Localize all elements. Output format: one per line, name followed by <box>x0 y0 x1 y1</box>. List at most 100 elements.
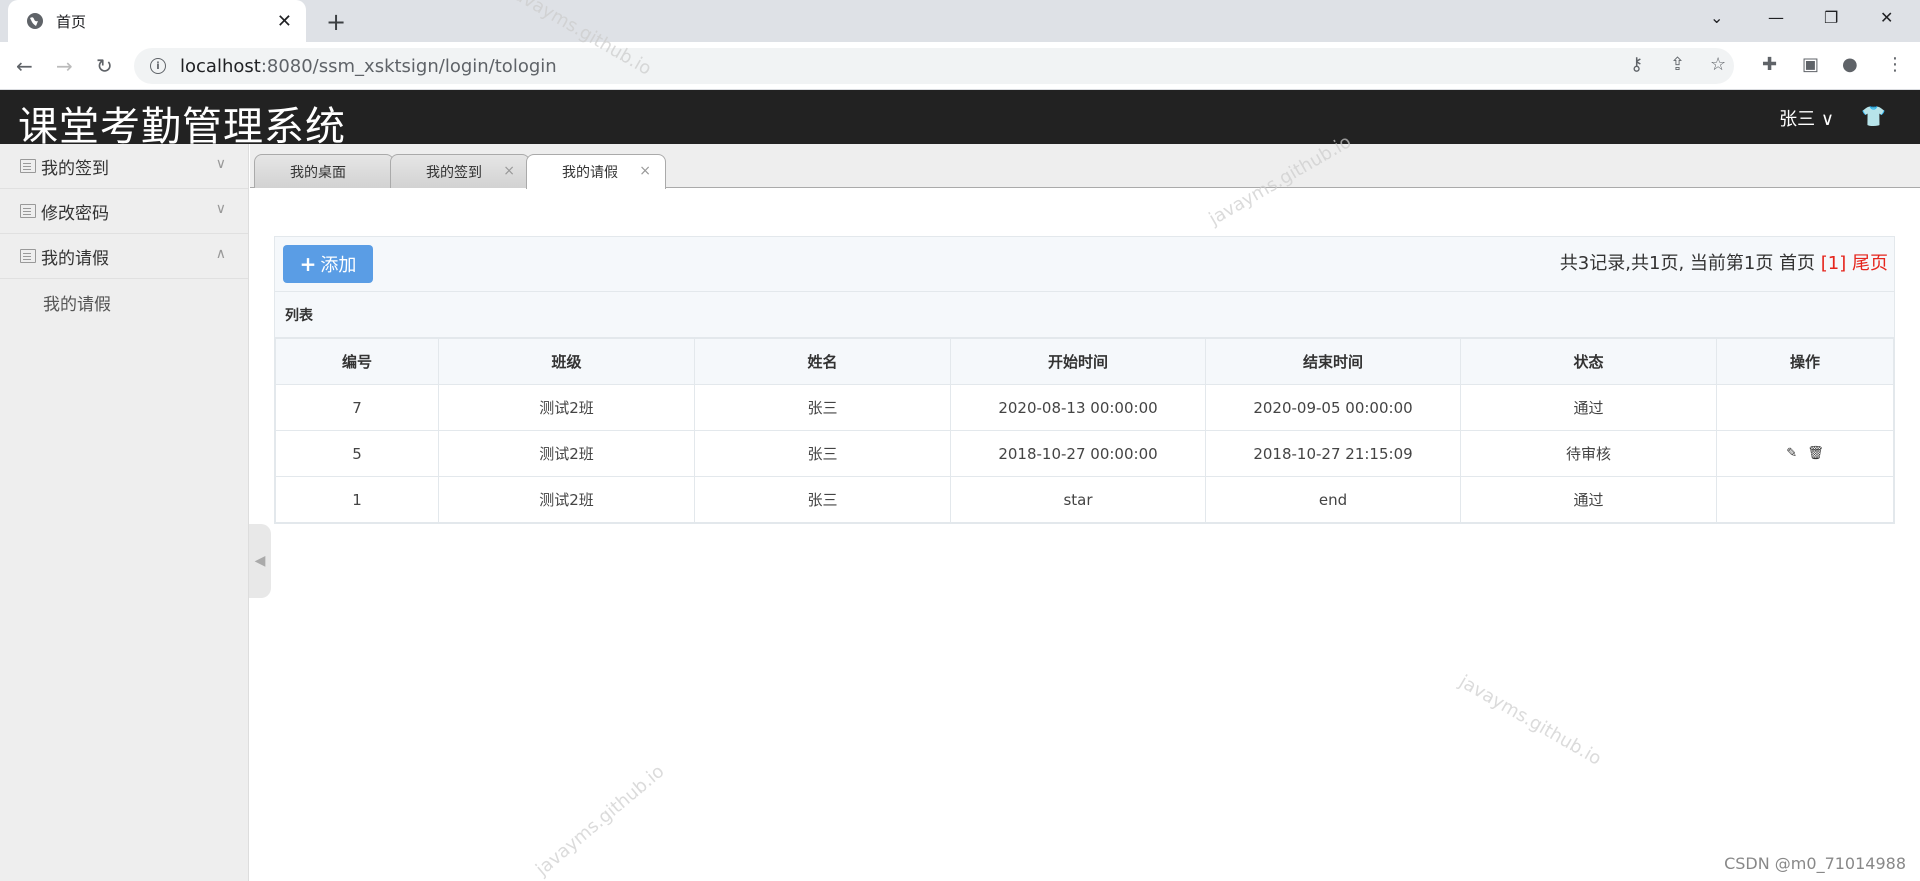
bookmark-star-icon[interactable]: ☆ <box>1710 54 1726 75</box>
cell-end: end <box>1205 476 1461 523</box>
browser-tab-title: 首页 <box>56 12 87 31</box>
menu-kebab-icon[interactable]: ⋮ <box>1886 54 1904 75</box>
cell-status: 通过 <box>1460 476 1717 523</box>
col-header-end: 结束时间 <box>1205 338 1461 385</box>
url-host: localhost <box>180 55 261 77</box>
tab-search-icon[interactable]: ⌄ <box>1710 8 1723 27</box>
minimize-icon[interactable]: — <box>1768 8 1784 27</box>
sidebar-item-label: 修改密码 <box>41 203 109 224</box>
leave-table: 编号 班级 姓名 开始时间 结束时间 状态 操作 7 测试2班 张三 2020-… <box>275 338 1894 523</box>
col-header-name: 姓名 <box>694 338 951 385</box>
browser-tab[interactable]: 首页 ✕ <box>8 0 306 42</box>
watermark-text: javayms.github.io <box>532 760 669 881</box>
csdn-credit: CSDN @m0_71014988 <box>1724 854 1906 873</box>
sidebar-item-label: 我的签到 <box>41 158 109 179</box>
cell-name: 张三 <box>694 430 951 477</box>
tab-label: 我的签到 <box>426 164 482 181</box>
tab-close-icon[interactable]: × <box>503 163 515 179</box>
sidebar: 我的签到 ∨ 修改密码 ∨ 我的请假 ∧ 我的请假 <box>0 144 249 881</box>
cell-class: 测试2班 <box>438 476 695 523</box>
url-path: :8080/ssm_xsktsign/login/tologin <box>260 55 557 77</box>
cell-name: 张三 <box>694 384 951 431</box>
plus-icon: + <box>299 252 317 276</box>
user-menu[interactable]: 张三 ∨ <box>1779 105 1834 131</box>
profile-avatar-icon[interactable]: ● <box>1842 54 1858 75</box>
tab-my-leave[interactable]: 我的请假 × <box>526 154 666 189</box>
cell-end: 2018-10-27 21:15:09 <box>1205 430 1461 477</box>
tab-label: 我的桌面 <box>290 164 346 181</box>
sidebar-item-label: 我的请假 <box>41 248 109 269</box>
col-header-status: 状态 <box>1460 338 1717 385</box>
url-text[interactable]: localhost:8080/ssm_xsktsign/login/tologi… <box>180 56 557 77</box>
table-row: 7 测试2班 张三 2020-08-13 00:00:00 2020-09-05… <box>275 384 1894 431</box>
cell-start: 2020-08-13 00:00:00 <box>950 384 1206 431</box>
sidebar-item-my-leave[interactable]: 我的请假 ∧ <box>0 234 248 279</box>
add-button[interactable]: + 添加 <box>283 245 373 283</box>
sidebar-collapse-handle[interactable]: ◀ <box>249 524 271 598</box>
side-panel-icon[interactable]: ▣ <box>1802 54 1819 75</box>
add-button-label: 添加 <box>320 255 357 276</box>
tab-close-icon[interactable]: × <box>639 163 651 179</box>
pagination: 共3记录,共1页, 当前第1页 首页 [1] 尾页 <box>1560 249 1888 275</box>
pager-summary: 共3记录,共1页, 当前第1页 首页 <box>1559 253 1821 274</box>
chevron-up-icon: ∧ <box>215 246 226 262</box>
list-icon <box>20 249 36 263</box>
pager-last-link[interactable]: 尾页 <box>1852 253 1888 274</box>
col-header-start: 开始时间 <box>950 338 1206 385</box>
tab-close-icon[interactable]: ✕ <box>277 11 292 32</box>
table-row: 1 测试2班 张三 star end 通过 <box>275 476 1894 523</box>
content-tabs: 我的桌面 我的签到 × 我的请假 × <box>250 144 1920 189</box>
list-icon <box>20 204 36 218</box>
table-header-row: 编号 班级 姓名 开始时间 结束时间 状态 操作 <box>275 338 1894 385</box>
back-icon[interactable]: ← <box>16 54 33 78</box>
chevron-down-icon: ∨ <box>215 156 226 172</box>
col-header-id: 编号 <box>275 338 439 385</box>
cell-name: 张三 <box>694 476 951 523</box>
app-header: 课堂考勤管理系统 张三 ∨ 👕 <box>0 90 1920 150</box>
delete-trash-icon[interactable]: 🗑 <box>1807 446 1824 461</box>
caret-left-icon: ◀ <box>254 553 266 569</box>
cell-class: 测试2班 <box>438 384 695 431</box>
leave-list-panel: + 添加 共3记录,共1页, 当前第1页 首页 [1] 尾页 列表 编号 班级 … <box>274 236 1895 524</box>
globe-icon <box>27 13 43 29</box>
sidebar-subitem-my-leave[interactable]: 我的请假 <box>0 279 248 325</box>
col-header-actions: 操作 <box>1716 338 1894 385</box>
cell-class: 测试2班 <box>438 430 695 477</box>
site-info-icon[interactable]: i <box>150 58 166 74</box>
cell-status: 通过 <box>1460 384 1717 431</box>
tab-label: 我的请假 <box>562 165 618 181</box>
cell-id: 5 <box>275 430 439 477</box>
sidebar-item-change-password[interactable]: 修改密码 ∨ <box>0 189 248 234</box>
theme-shirt-icon[interactable]: 👕 <box>1861 104 1886 128</box>
forward-icon[interactable]: → <box>56 54 73 78</box>
col-header-class: 班级 <box>438 338 695 385</box>
extensions-icon[interactable]: ✚ <box>1762 54 1777 75</box>
edit-pencil-icon[interactable]: ✎ <box>1786 446 1797 461</box>
reload-icon[interactable]: ↻ <box>96 54 113 78</box>
cell-id: 1 <box>275 476 439 523</box>
cell-actions <box>1716 476 1894 523</box>
restore-icon[interactable]: ❐ <box>1824 8 1838 27</box>
close-window-icon[interactable]: ✕ <box>1880 8 1893 27</box>
cell-start: star <box>950 476 1206 523</box>
list-icon <box>20 159 36 173</box>
tab-my-sign[interactable]: 我的签到 × <box>390 154 530 188</box>
cell-status: 待审核 <box>1460 430 1717 477</box>
cell-actions: ✎ 🗑 <box>1716 430 1894 477</box>
panel-toolbar: + 添加 共3记录,共1页, 当前第1页 首页 [1] 尾页 <box>275 237 1894 292</box>
new-tab-button[interactable]: + <box>326 8 346 36</box>
browser-toolbar: ← → ↻ i localhost:8080/ssm_xsktsign/logi… <box>0 42 1920 90</box>
cell-start: 2018-10-27 00:00:00 <box>950 430 1206 477</box>
address-bar[interactable]: i localhost:8080/ssm_xsktsign/login/tolo… <box>134 48 1734 84</box>
tab-desktop[interactable]: 我的桌面 <box>254 154 394 188</box>
cell-end: 2020-09-05 00:00:00 <box>1205 384 1461 431</box>
chevron-down-icon: ∨ <box>215 201 226 217</box>
sidebar-item-my-sign[interactable]: 我的签到 ∨ <box>0 144 248 189</box>
watermark-text: javayms.github.io <box>1455 671 1605 770</box>
cell-id: 7 <box>275 384 439 431</box>
pager-current-page[interactable]: [1] <box>1821 253 1852 274</box>
cell-actions <box>1716 384 1894 431</box>
key-icon[interactable]: ⚷ <box>1630 54 1643 75</box>
table-row: 5 测试2班 张三 2018-10-27 00:00:00 2018-10-27… <box>275 430 1894 477</box>
share-icon[interactable]: ⇪ <box>1670 54 1685 75</box>
